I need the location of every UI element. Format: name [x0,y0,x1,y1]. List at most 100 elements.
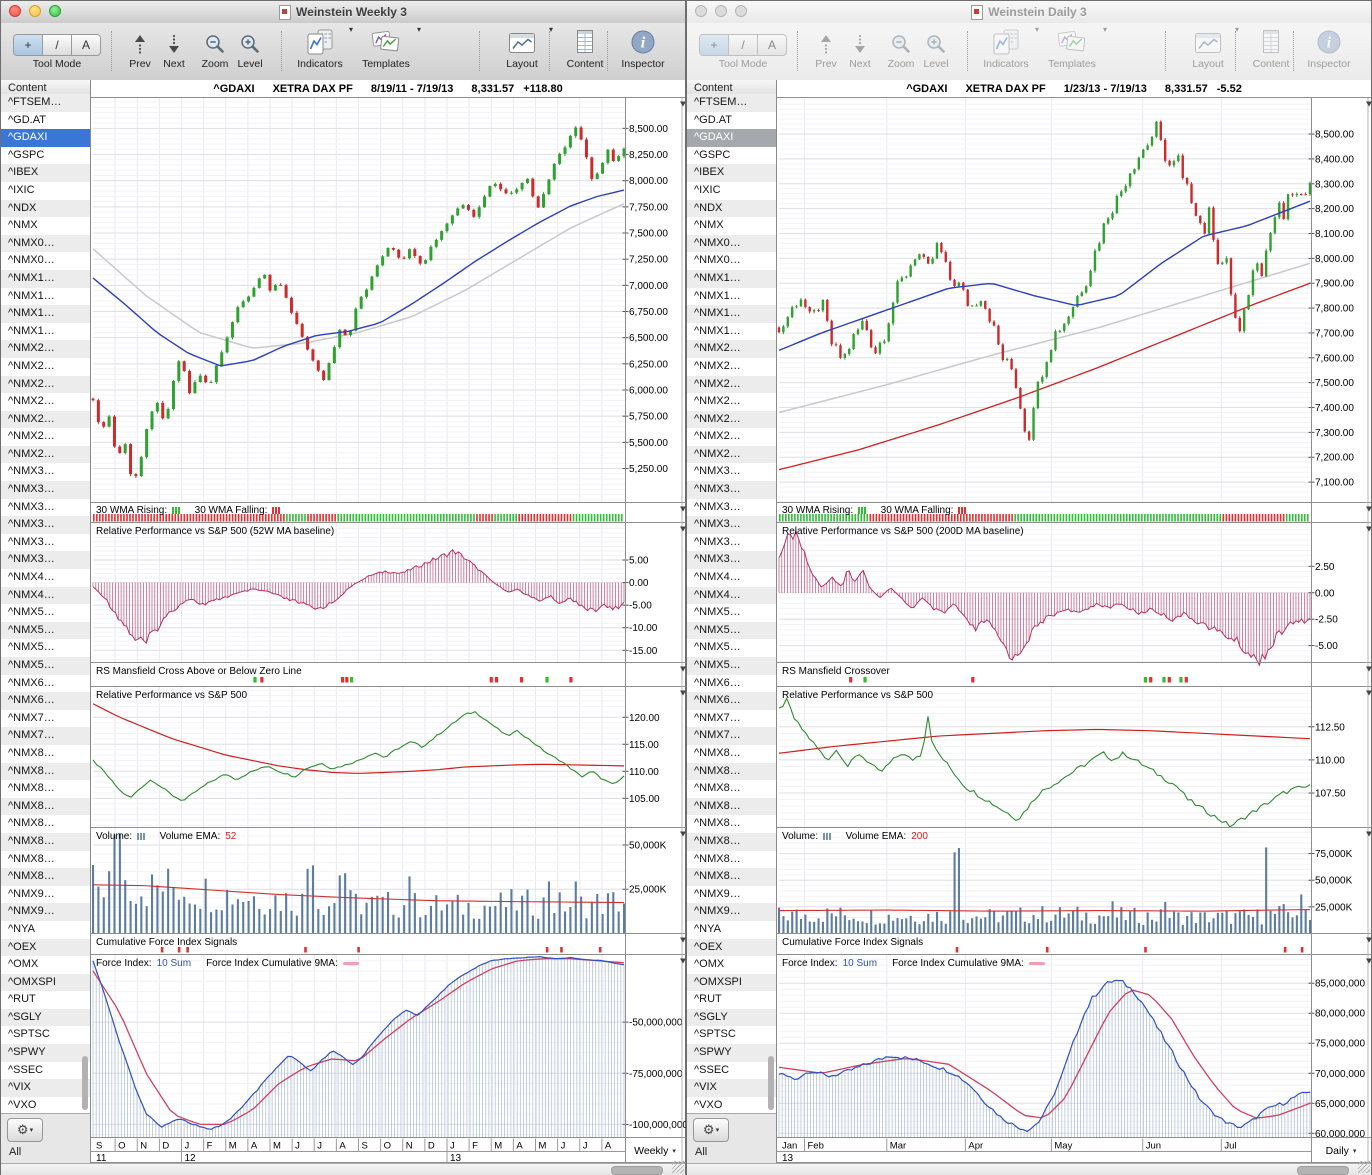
sidebar-item[interactable]: ^SPWY [687,1044,776,1062]
titlebar[interactable]: Weinstein Weekly 3 [1,1,685,24]
sidebar-item[interactable]: ^NMX2… [1,393,90,411]
sidebar-item[interactable]: ^SPWY [1,1044,90,1062]
sidebar-item[interactable]: ^NMX2… [687,428,776,446]
panel-disclosure-icon[interactable] [1366,507,1372,512]
tool-mode-segment-text[interactable]: A [758,35,786,55]
sidebar-item[interactable]: ^NMX5… [687,604,776,622]
sidebar-item[interactable]: ^NMX0… [687,252,776,270]
sidebar-item[interactable]: ^NMX8… [687,851,776,869]
horizontal-scrollbar-thumb[interactable] [1297,1166,1349,1175]
sidebar-item[interactable]: ^FTSEM… [687,94,776,112]
sidebar-item[interactable]: ^OMX [687,956,776,974]
sidebar-item[interactable]: ^NMX5… [687,639,776,657]
timeframe-select[interactable]: Daily▾ [1314,1139,1368,1162]
sidebar-item[interactable]: ^NDX [1,200,90,218]
zoom-out-button[interactable]: Zoom [883,26,919,76]
sidebar-item[interactable]: ^GD.AT [1,112,90,130]
sidebar-item[interactable]: ^NDX [687,200,776,218]
tool-mode-segment-crosshair[interactable]: + [700,35,729,55]
next-button[interactable]: Next [843,26,877,76]
timeframe-select[interactable]: Weekly▾ [628,1139,682,1162]
sidebar-item[interactable]: ^NMX2… [1,340,90,358]
sidebar-item[interactable]: ^NMX2… [1,358,90,376]
sidebar-item[interactable]: ^NMX7… [1,710,90,728]
sidebar-item[interactable]: ^NMX3… [687,463,776,481]
sidebar-item[interactable]: ^NYA [687,921,776,939]
panel-disclosure-icon[interactable] [1366,832,1372,837]
sidebar-item[interactable]: ^NMX8… [1,745,90,763]
content-button[interactable]: Content [1243,26,1299,76]
sidebar-item[interactable]: ^NMX2… [1,446,90,464]
content-button[interactable]: Content [557,26,613,76]
sidebar-item[interactable]: ^NMX3… [1,516,90,534]
sidebar-item[interactable]: ^NMX8… [1,851,90,869]
sidebar-item[interactable]: ^IBEX [1,164,90,182]
sidebar-item[interactable]: ^NMX3… [687,516,776,534]
sidebar-item[interactable]: ^NMX8… [1,780,90,798]
sidebar-item[interactable]: ^NMX6… [687,675,776,693]
sidebar-item[interactable]: ^IXIC [1,182,90,200]
sidebar-item[interactable]: ^NMX8… [687,868,776,886]
tool-mode-segmented-control[interactable]: +/A [13,34,101,56]
close-button[interactable] [695,5,707,17]
sidebar-scrollbar-thumb[interactable] [82,1056,88,1110]
zoom-in-button[interactable]: Level [918,26,954,76]
sidebar-item[interactable]: ^NMX3… [1,534,90,552]
sidebar-item[interactable]: ^NMX8… [1,833,90,851]
sidebar-item[interactable]: ^SGLY [1,1009,90,1027]
minimize-button[interactable] [29,5,41,17]
sidebar-item[interactable]: ^NMX7… [687,727,776,745]
sidebar-item[interactable]: ^NMX [687,217,776,235]
sidebar-item[interactable]: ^VIX [1,1079,90,1097]
panel-disclosure-icon[interactable] [1366,938,1372,943]
resize-grip[interactable] [672,1161,684,1173]
chart-panels[interactable]: 30 WMA Rising: 30 WMA Falling: Relative … [777,98,1371,1163]
sidebar-item[interactable]: ^VXO [1,1097,90,1113]
sidebar-item[interactable]: ^NMX3… [687,534,776,552]
prev-button[interactable]: Prev [123,26,157,76]
chart-canvas[interactable]: 8,500.008,400.008,300.008,200.008,100.00… [777,98,1372,1163]
sidebar-item[interactable]: ^SPTSC [1,1026,90,1044]
sidebar-item[interactable]: ^NMX4… [687,569,776,587]
panel-disclosure-icon[interactable] [1366,691,1372,696]
sidebar-item[interactable]: ^NMX2… [1,376,90,394]
titlebar[interactable]: Weinstein Daily 3 [687,1,1371,24]
layout-button[interactable]: ▾Layout [493,26,551,76]
sidebar-item[interactable]: ^NMX1… [1,323,90,341]
close-button[interactable] [9,5,21,17]
sidebar-item[interactable]: ^NMX4… [1,569,90,587]
zoom-out-button[interactable]: Zoom [197,26,233,76]
sidebar-item[interactable]: ^NMX3… [1,499,90,517]
sidebar-item[interactable]: ^NMX3… [1,551,90,569]
action-gear-button[interactable]: ⚙▾ [7,1118,43,1142]
sidebar-scrollbar-thumb[interactable] [768,1056,774,1110]
sidebar-item[interactable]: ^GD.AT [687,112,776,130]
sidebar-item[interactable]: ^NMX3… [687,481,776,499]
sidebar-item[interactable]: ^NMX1… [687,323,776,341]
sidebar-item[interactable]: ^NMX6… [1,692,90,710]
sidebar-item[interactable]: ^VXO [687,1097,776,1113]
sidebar-item[interactable]: ^OEX [687,939,776,957]
sidebar-item[interactable]: ^NMX3… [1,481,90,499]
tool-mode-segment-line[interactable]: / [729,35,758,55]
sidebar-item[interactable]: ^NMX3… [687,499,776,517]
sidebar-item[interactable]: ^NMX5… [1,604,90,622]
minimize-button[interactable] [715,5,727,17]
sidebar-item[interactable]: ^NMX2… [1,411,90,429]
templates-button[interactable]: ▾Templates [1039,26,1105,76]
tool-mode-segmented-control[interactable]: +/A [699,34,787,56]
sidebar-item[interactable]: ^OEX [1,939,90,957]
sidebar-item[interactable]: ^GSPC [687,147,776,165]
sidebar-item[interactable]: ^OMXSPI [687,974,776,992]
sidebar-item[interactable]: ^NMX3… [687,551,776,569]
sidebar-item[interactable]: ^NMX9… [687,903,776,921]
sidebar-item[interactable]: ^NMX2… [687,446,776,464]
sidebar-item[interactable]: ^NMX8… [687,798,776,816]
prev-button[interactable]: Prev [809,26,843,76]
sidebar-item[interactable]: ^NMX1… [687,270,776,288]
tool-mode-segment-line[interactable]: / [43,35,72,55]
sidebar-item[interactable]: ^OMX [1,956,90,974]
sidebar-item[interactable]: ^NMX8… [687,780,776,798]
sidebar-item[interactable]: ^NMX2… [1,428,90,446]
sidebar-item[interactable]: ^NMX4… [687,587,776,605]
